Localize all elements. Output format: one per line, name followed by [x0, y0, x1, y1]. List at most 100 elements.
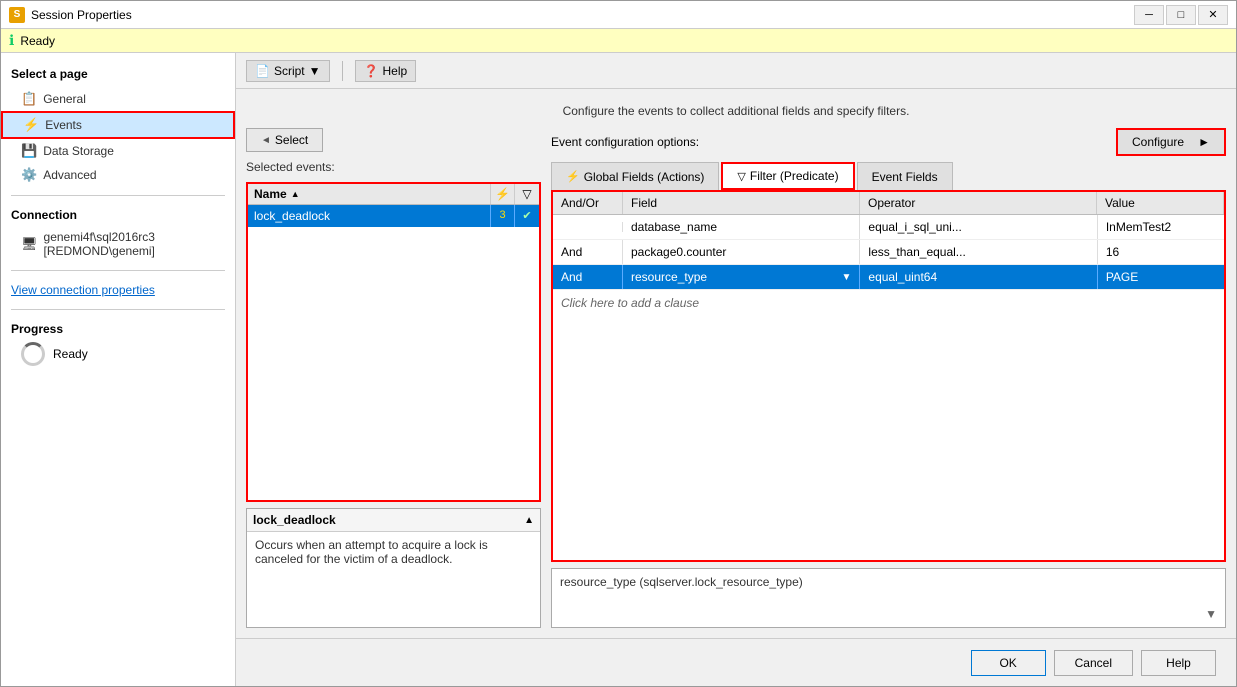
event-config-label: Event configuration options: [551, 135, 699, 149]
filter-row-2[interactable]: And package0.counter less_than_equal... … [553, 240, 1224, 265]
actions-icon: ⚡ [495, 187, 510, 201]
filter-rows: database_name equal_i_sql_uni... InMemTe… [553, 215, 1224, 560]
progress-title: Progress [1, 318, 235, 340]
event-row-lock-deadlock[interactable]: lock_deadlock 3 ✔ [248, 205, 539, 227]
row2-operator: less_than_equal... [860, 240, 1097, 264]
events-col-name-label: Name [254, 187, 287, 201]
server-icon: 🖥 [21, 236, 38, 252]
events-panel: Name ▲ ⚡ ▽ [246, 182, 541, 502]
configure-label: Configure [1132, 135, 1184, 149]
event-row-name: lock_deadlock [248, 205, 491, 227]
tab-global-fields[interactable]: ⚡ Global Fields (Actions) [551, 162, 719, 190]
cancel-button[interactable]: Cancel [1054, 650, 1133, 676]
desc-title: lock_deadlock ▲ [247, 509, 540, 532]
desc-body: Occurs when an attempt to acquire a lock… [247, 532, 540, 627]
row1-operator: equal_i_sql_uni... [860, 215, 1097, 239]
sidebar-item-general[interactable]: 📋 General [1, 87, 235, 111]
ok-button[interactable]: OK [971, 650, 1046, 676]
col-andor-header: And/Or [553, 192, 623, 214]
tab-event-fields-label: Event Fields [872, 170, 938, 184]
title-bar-left: S Session Properties [9, 7, 132, 23]
select-button[interactable]: ◄ Select [246, 128, 323, 152]
global-fields-icon: ⚡ [566, 170, 580, 183]
configure-button[interactable]: Configure ► [1116, 128, 1226, 156]
status-bar: ℹ Ready [1, 29, 1236, 53]
status-text: Ready [20, 34, 55, 48]
script-button[interactable]: 📄 Script ▼ [246, 60, 330, 82]
sidebar-item-label-advanced: Advanced [43, 168, 96, 182]
tab-event-fields[interactable]: Event Fields [857, 162, 953, 190]
sidebar-item-label-events: Events [45, 118, 82, 132]
bottom-bar: OK Cancel Help [236, 638, 1236, 686]
add-clause-row[interactable]: Click here to add a clause [553, 290, 1224, 316]
event-row-actions: 3 [491, 205, 515, 227]
help-icon: ❓ [364, 64, 379, 78]
status-icon: ℹ [9, 32, 14, 49]
sidebar-item-data-storage[interactable]: 💾 Data Storage [1, 139, 235, 163]
events-rows: lock_deadlock 3 ✔ [248, 205, 539, 500]
script-label: Script [274, 64, 305, 78]
row3-value: PAGE [1098, 265, 1224, 289]
selected-events-label: Selected events: [246, 158, 541, 176]
filter-icon: ▽ [522, 187, 531, 201]
desc-scroll-up: ▲ [524, 515, 534, 526]
view-connection-link[interactable]: View connection properties [1, 279, 235, 301]
connection-server: 🖥 genemi4f\sql2016rc3 [REDMOND\genemi] [1, 226, 235, 262]
row2-andor: And [553, 240, 623, 264]
sidebar-item-label-data-storage: Data Storage [43, 144, 114, 158]
help-button[interactable]: ❓ Help [355, 60, 417, 82]
col-field-header: Field [623, 192, 860, 214]
event-row-filter: ✔ [515, 205, 539, 227]
sidebar-item-label-general: General [43, 92, 86, 106]
close-button[interactable]: ✕ [1198, 5, 1228, 25]
help-label: Help [382, 64, 407, 78]
minimize-button[interactable]: ─ [1134, 5, 1164, 25]
row1-field: database_name [623, 215, 860, 239]
select-label: Select [275, 133, 308, 147]
select-btn-row: ◄ Select [246, 128, 541, 152]
description-bar: Configure the events to collect addition… [246, 99, 1226, 128]
sidebar-item-advanced[interactable]: ⚙️ Advanced [1, 163, 235, 187]
tab-global-fields-label: Global Fields (Actions) [584, 170, 705, 184]
row3-field-dropdown-icon: ▼ [842, 272, 852, 283]
select-back-arrow: ◄ [261, 135, 271, 146]
row1-value: InMemTest2 [1098, 215, 1224, 239]
config-header-row: Event configuration options: Configure ► [551, 128, 1226, 156]
tab-filter[interactable]: ▽ Filter (Predicate) [721, 162, 854, 190]
desc-panel: lock_deadlock ▲ Occurs when an attempt t… [246, 508, 541, 628]
connection-title: Connection [1, 204, 235, 226]
sidebar-item-events[interactable]: ⚡ Events [1, 111, 235, 139]
progress-item: Ready [1, 340, 235, 368]
help-footer-button[interactable]: Help [1141, 650, 1216, 676]
sort-icon: ▲ [291, 189, 300, 199]
col-operator-header: Operator [860, 192, 1097, 214]
data-storage-icon: 💾 [21, 143, 37, 159]
right-config: Event configuration options: Configure ►… [551, 128, 1226, 628]
scroll-down-icon: ▼ [1205, 607, 1217, 621]
connection-server-name: genemi4f\sql2016rc3 [44, 230, 155, 244]
events-col-filter: ▽ [515, 184, 539, 204]
desc-title-text: lock_deadlock [253, 513, 336, 527]
tabs-row: ⚡ Global Fields (Actions) ▽ Filter (Pred… [551, 162, 1226, 190]
row1-andor [553, 222, 623, 232]
connection-user: [REDMOND\genemi] [44, 244, 155, 258]
progress-spinner [21, 342, 45, 366]
events-icon: ⚡ [23, 117, 39, 133]
maximize-button[interactable]: □ [1166, 5, 1196, 25]
left-panel: ◄ Select Selected events: Name ▲ [246, 128, 541, 628]
toolbar: 📄 Script ▼ ❓ Help [236, 53, 1236, 89]
filter-row-1[interactable]: database_name equal_i_sql_uni... InMemTe… [553, 215, 1224, 240]
events-col-actions: ⚡ [491, 184, 515, 204]
row2-field: package0.counter [623, 240, 860, 264]
row3-field[interactable]: resource_type ▼ [623, 265, 860, 289]
row3-andor: And [553, 265, 623, 289]
window-icon: S [9, 7, 25, 23]
filter-tab-icon: ▽ [737, 170, 745, 183]
progress-status: Ready [53, 347, 88, 361]
filter-table-header: And/Or Field Operator Value [553, 192, 1224, 215]
events-col-name: Name ▲ [248, 184, 491, 204]
filter-row-3[interactable]: ➤ And resource_type ▼ equal_uint64 PAGE [553, 265, 1224, 290]
sidebar-divider [11, 195, 225, 196]
col-value-header: Value [1097, 192, 1224, 214]
filter-table-container: And/Or Field Operator Value database_nam… [551, 190, 1226, 562]
